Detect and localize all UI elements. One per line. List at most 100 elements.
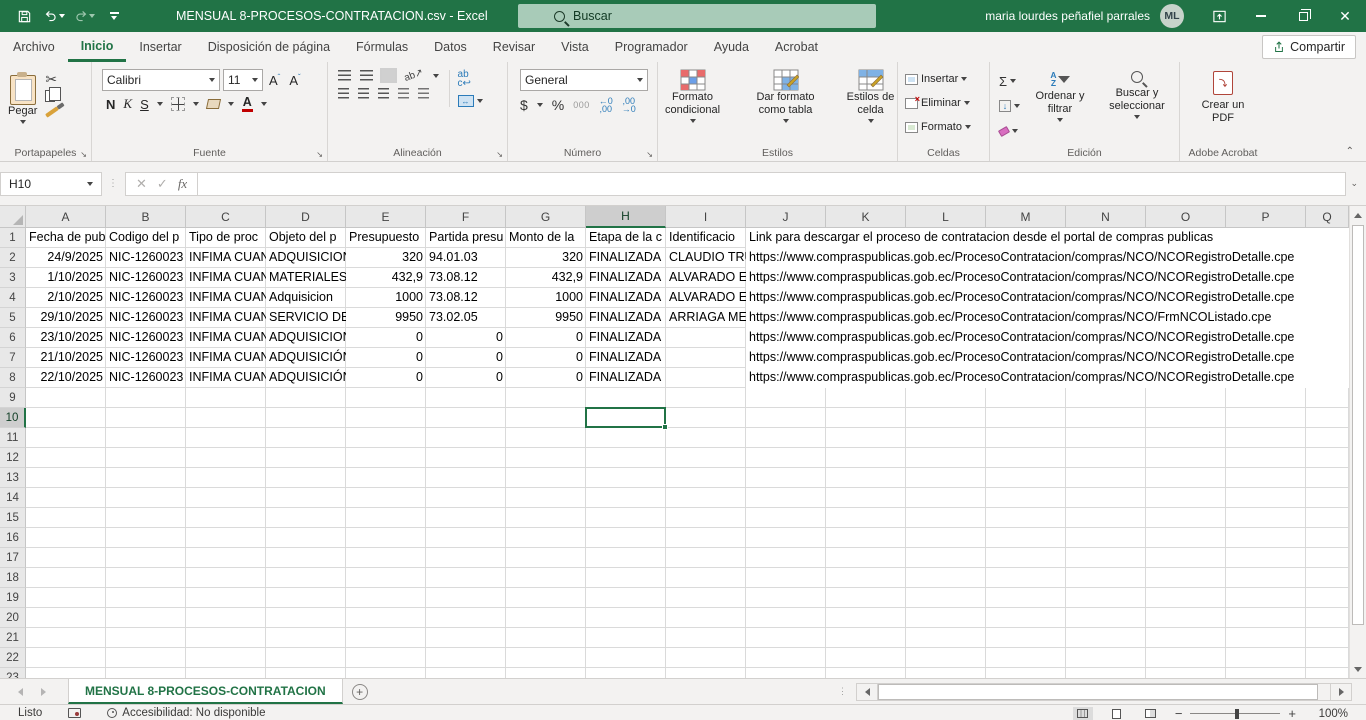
ribbon-tab-disposición-de-página[interactable]: Disposición de página — [195, 32, 343, 62]
cell-P15[interactable] — [1226, 508, 1306, 528]
cell-L14[interactable] — [906, 488, 986, 508]
cell-L15[interactable] — [906, 508, 986, 528]
cell-O11[interactable] — [1146, 428, 1226, 448]
cell-value-F4[interactable]: 73.08.12 — [426, 288, 506, 308]
cell-E17[interactable] — [346, 548, 426, 568]
cell-K10[interactable] — [826, 408, 906, 428]
cell-A21[interactable] — [26, 628, 106, 648]
column-header-D[interactable]: D — [266, 206, 346, 228]
cell-I11[interactable] — [666, 428, 746, 448]
cell-N9[interactable] — [1066, 388, 1146, 408]
cell-A13[interactable] — [26, 468, 106, 488]
row-header-23[interactable]: 23 — [0, 668, 26, 678]
cut-icon[interactable]: ✂ — [45, 72, 59, 86]
column-header-B[interactable]: B — [106, 206, 186, 228]
cell-G9[interactable] — [506, 388, 586, 408]
cell-value-B1[interactable]: Codigo del p — [106, 228, 186, 248]
ribbon-tab-revisar[interactable]: Revisar — [480, 32, 548, 62]
merge-center-caret[interactable] — [477, 99, 483, 103]
cell-M17[interactable] — [986, 548, 1066, 568]
cell-value-G3[interactable]: 432,9 — [506, 268, 586, 288]
cell-D19[interactable] — [266, 588, 346, 608]
cell-H16[interactable] — [586, 528, 666, 548]
cell-value-I5[interactable]: ARRIAGA ME — [666, 308, 746, 328]
cell-value-H4[interactable]: FINALIZADA — [586, 288, 666, 308]
zoom-level[interactable]: 100% — [1310, 708, 1348, 720]
column-header-F[interactable]: F — [426, 206, 506, 228]
undo-button[interactable] — [40, 3, 68, 29]
cell-G11[interactable] — [506, 428, 586, 448]
cell-O19[interactable] — [1146, 588, 1226, 608]
horizontal-scroll-thumb[interactable] — [878, 684, 1318, 700]
row-header-14[interactable]: 14 — [0, 488, 26, 508]
cell-C10[interactable] — [186, 408, 266, 428]
cell-G16[interactable] — [506, 528, 586, 548]
create-pdf-button[interactable]: ⤵ Crear un PDF — [1184, 68, 1262, 128]
cell-E23[interactable] — [346, 668, 426, 678]
cell-value-A5[interactable]: 29/10/2025 — [26, 308, 106, 328]
cell-M10[interactable] — [986, 408, 1066, 428]
cell-B16[interactable] — [106, 528, 186, 548]
cell-J16[interactable] — [746, 528, 826, 548]
cell-A16[interactable] — [26, 528, 106, 548]
cell-H22[interactable] — [586, 648, 666, 668]
cell-value-J3[interactable]: https://www.compraspublicas.gob.ec/Proce… — [746, 268, 1349, 288]
cell-E20[interactable] — [346, 608, 426, 628]
user-name[interactable]: maria lourdes peñafiel parrales — [985, 9, 1150, 23]
cell-C23[interactable] — [186, 668, 266, 678]
cell-G22[interactable] — [506, 648, 586, 668]
cell-J11[interactable] — [746, 428, 826, 448]
cell-I19[interactable] — [666, 588, 746, 608]
font-name-select[interactable]: Calibri — [102, 69, 220, 91]
cell-C21[interactable] — [186, 628, 266, 648]
cell-M9[interactable] — [986, 388, 1066, 408]
cell-D10[interactable] — [266, 408, 346, 428]
cell-K16[interactable] — [826, 528, 906, 548]
cell-E16[interactable] — [346, 528, 426, 548]
cell-A20[interactable] — [26, 608, 106, 628]
cell-value-G7[interactable]: 0 — [506, 348, 586, 368]
copy-icon[interactable] — [45, 90, 55, 102]
cell-value-B2[interactable]: NIC-1260023 — [106, 248, 186, 268]
cell-L17[interactable] — [906, 548, 986, 568]
cell-D16[interactable] — [266, 528, 346, 548]
cell-M15[interactable] — [986, 508, 1066, 528]
cell-value-B3[interactable]: NIC-1260023 — [106, 268, 186, 288]
cell-value-G2[interactable]: 320 — [506, 248, 586, 268]
cell-value-C4[interactable]: INFIMA CUANTIA — [186, 288, 266, 308]
cell-P20[interactable] — [1226, 608, 1306, 628]
share-button[interactable]: Compartir — [1262, 35, 1356, 59]
row-header-17[interactable]: 17 — [0, 548, 26, 568]
fill-color-caret[interactable] — [228, 102, 234, 106]
cell-value-G4[interactable]: 1000 — [506, 288, 586, 308]
cell-value-A6[interactable]: 23/10/2025 — [26, 328, 106, 348]
cell-value-J5[interactable]: https://www.compraspublicas.gob.ec/Proce… — [746, 308, 1349, 328]
cell-B19[interactable] — [106, 588, 186, 608]
cell-L16[interactable] — [906, 528, 986, 548]
row-header-4[interactable]: 4 — [0, 288, 26, 308]
cell-B14[interactable] — [106, 488, 186, 508]
cell-J18[interactable] — [746, 568, 826, 588]
cell-M19[interactable] — [986, 588, 1066, 608]
cell-O20[interactable] — [1146, 608, 1226, 628]
cell-F22[interactable] — [426, 648, 506, 668]
cell-K23[interactable] — [826, 668, 906, 678]
scroll-up-icon[interactable] — [1350, 206, 1366, 224]
avatar[interactable]: ML — [1160, 4, 1184, 28]
row-header-21[interactable]: 21 — [0, 628, 26, 648]
orientation-caret[interactable] — [433, 74, 439, 78]
cell-value-H7[interactable]: FINALIZADA — [586, 348, 666, 368]
cell-C19[interactable] — [186, 588, 266, 608]
cell-F9[interactable] — [426, 388, 506, 408]
cell-J15[interactable] — [746, 508, 826, 528]
cell-Q14[interactable] — [1306, 488, 1349, 508]
increase-decimal-icon[interactable]: ←0,00 — [599, 97, 613, 113]
cell-K13[interactable] — [826, 468, 906, 488]
cell-value-E8[interactable]: 0 — [346, 368, 426, 388]
cell-G18[interactable] — [506, 568, 586, 588]
cell-M14[interactable] — [986, 488, 1066, 508]
cell-G23[interactable] — [506, 668, 586, 678]
cell-value-H6[interactable]: FINALIZADA — [586, 328, 666, 348]
fill-button[interactable]: ↓ — [996, 95, 1023, 117]
align-right-icon[interactable] — [378, 88, 389, 99]
